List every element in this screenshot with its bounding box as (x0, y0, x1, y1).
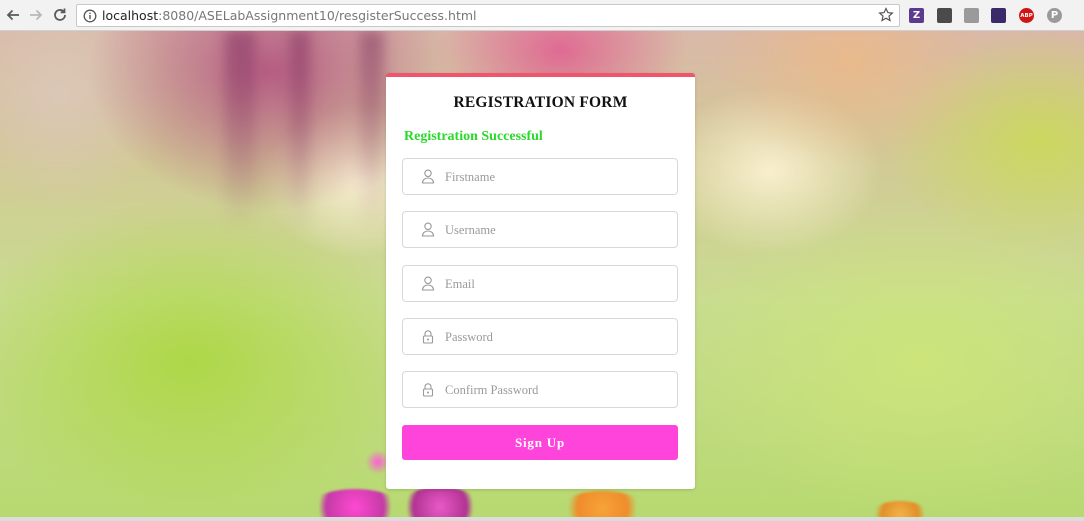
username-field[interactable] (402, 211, 678, 248)
url-host: localhost (102, 8, 159, 23)
reload-icon[interactable] (51, 6, 69, 24)
confirm-password-field[interactable] (402, 371, 678, 408)
email-input[interactable] (445, 272, 665, 296)
user-icon (421, 169, 435, 184)
p-extension-icon[interactable]: P (1047, 8, 1062, 23)
browser-toolbar: localhost:8080/ASELabAssignment10/resgis… (0, 0, 1084, 31)
shield-extension-icon[interactable] (937, 8, 952, 23)
forward-arrow-icon[interactable] (27, 6, 45, 24)
lock-icon (422, 330, 434, 344)
purple-extension-icon[interactable] (991, 8, 1006, 23)
background-decoration (360, 31, 384, 231)
zotero-extension-icon[interactable]: Z (909, 8, 924, 23)
camera-extension-icon[interactable] (964, 8, 979, 23)
password-input[interactable] (445, 325, 665, 349)
background-decoration (290, 31, 310, 231)
firstname-field[interactable] (402, 158, 678, 195)
username-input[interactable] (445, 218, 665, 242)
back-arrow-icon[interactable] (4, 6, 22, 24)
email-field[interactable] (402, 265, 678, 302)
url-text[interactable]: localhost:8080/ASELabAssignment10/resgis… (102, 8, 477, 24)
user-icon (421, 222, 435, 237)
flower-decoration (400, 487, 480, 521)
password-field[interactable] (402, 318, 678, 355)
address-bar[interactable]: localhost:8080/ASELabAssignment10/resgis… (76, 4, 900, 27)
url-path: :8080/ASELabAssignment10/resgisterSucces… (158, 8, 477, 23)
user-icon (421, 276, 435, 291)
star-icon[interactable] (878, 7, 894, 23)
registration-form: REGISTRATION FORM Registration Successfu… (386, 73, 695, 489)
firstname-input[interactable] (445, 165, 665, 189)
sign-up-button[interactable]: Sign Up (402, 425, 678, 460)
form-title: REGISTRATION FORM (453, 94, 628, 111)
adblock-extension-icon[interactable]: ABP (1019, 8, 1034, 23)
success-message: Registration Successful (404, 129, 543, 144)
page-bottom-border (0, 517, 1084, 521)
lock-icon (422, 383, 434, 397)
info-icon[interactable] (83, 9, 97, 23)
background-decoration (225, 31, 255, 231)
confirm-password-input[interactable] (445, 378, 665, 402)
